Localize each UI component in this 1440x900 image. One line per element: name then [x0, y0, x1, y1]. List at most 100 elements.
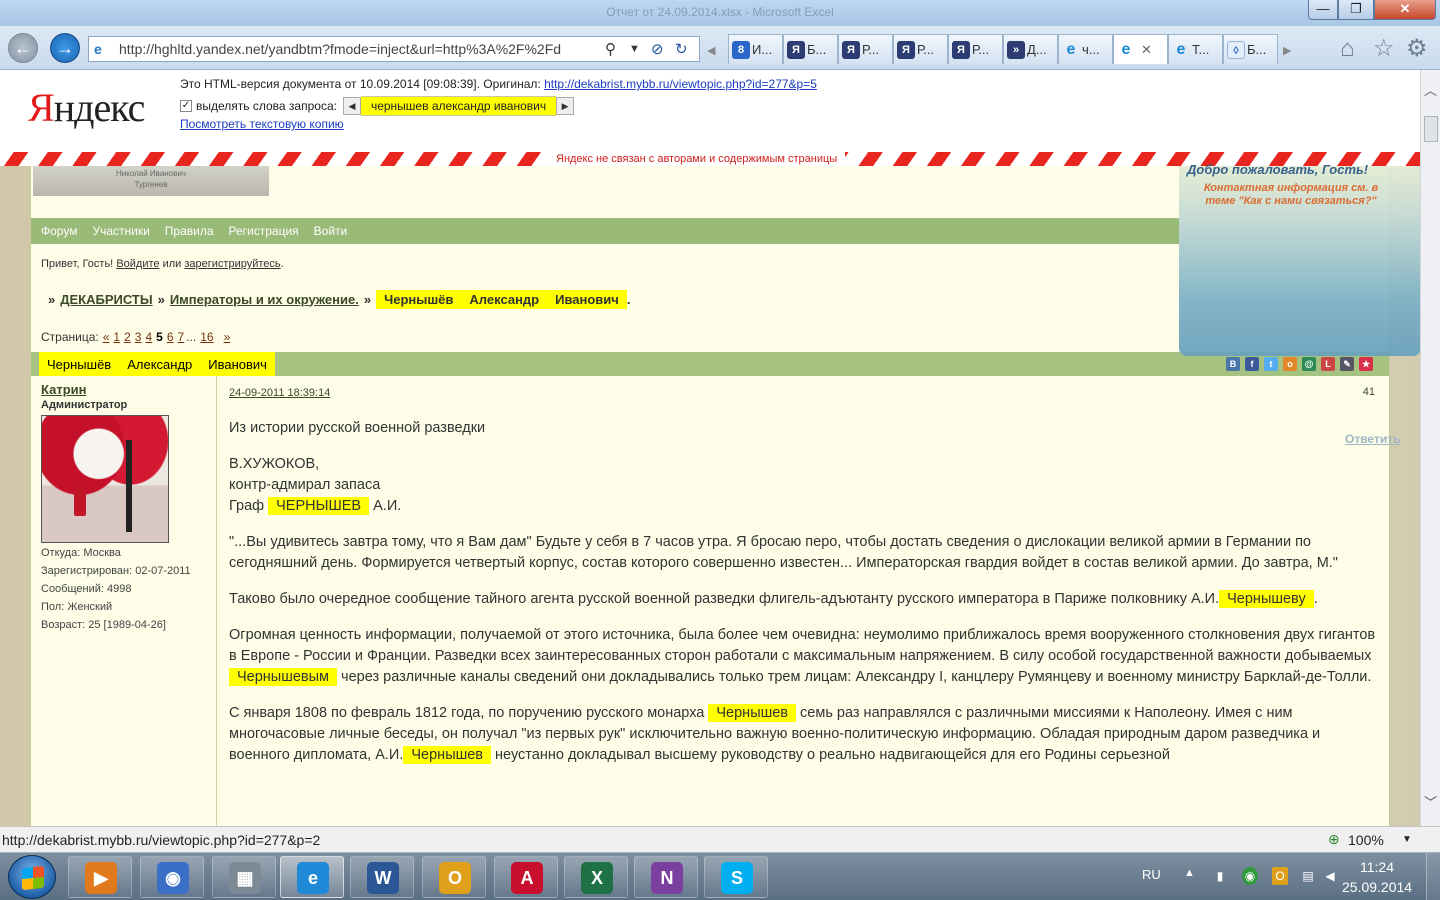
post-number[interactable]: 41 [1363, 382, 1375, 403]
chevron-down-icon[interactable]: ▼ [1402, 834, 1412, 845]
antivirus-icon[interactable]: ◉ [1242, 867, 1258, 885]
start-button[interactable] [8, 855, 56, 899]
clock-date[interactable]: 25.09.2014 [1342, 879, 1412, 895]
close-window-button[interactable]: ✕ [1374, 0, 1436, 20]
acrobat-app[interactable]: A [494, 856, 558, 898]
vertical-scrollbar[interactable]: ︿ ﹀ [1420, 70, 1440, 826]
outlook-tray-icon[interactable]: O [1272, 867, 1288, 885]
volume-icon[interactable]: ◀ [1322, 867, 1338, 885]
page-next-link[interactable]: » [224, 330, 231, 344]
show-desktop-button[interactable] [1426, 853, 1440, 900]
minimize-button[interactable]: — [1308, 0, 1338, 20]
breadcrumb-section-link[interactable]: Императоры и их окружение. [170, 292, 359, 307]
prev-match-button[interactable]: ◀ [342, 97, 361, 115]
back-button[interactable]: ← [8, 33, 38, 63]
zoom-level[interactable]: 100% [1348, 832, 1384, 848]
language-indicator[interactable]: RU [1142, 867, 1161, 882]
clock-time[interactable]: 11:24 [1360, 859, 1394, 875]
compatibility-icon[interactable]: ⊘ [651, 40, 664, 58]
browser-tab[interactable]: 8 И... [728, 34, 783, 64]
menu-item[interactable]: Форум [41, 224, 77, 238]
page-prev-link[interactable]: « [103, 330, 110, 344]
onenote-app[interactable]: N [634, 856, 698, 898]
outlook-app[interactable]: O [422, 856, 486, 898]
browser-tab[interactable]: e ✕ [1113, 34, 1168, 64]
address-bar[interactable]: e ⚲ ▼ ⊘ ↻ [88, 36, 700, 62]
media-player-app[interactable]: ▶ [68, 856, 132, 898]
liveinternet-icon[interactable]: L [1321, 357, 1335, 371]
post-date-link[interactable]: 24-09-2011 18:39:14 [229, 387, 330, 399]
calculator-app[interactable]: ▦ [212, 856, 276, 898]
address-input[interactable] [119, 41, 589, 57]
gear-icon[interactable]: ⚙ [1406, 34, 1428, 63]
chevron-down-icon[interactable]: ▼ [629, 43, 640, 55]
excel-app[interactable]: X [564, 856, 628, 898]
media-center-app[interactable]: ◉ [140, 856, 204, 898]
menu-item[interactable]: Правила [165, 224, 214, 238]
odnoklassniki-icon[interactable]: o [1283, 357, 1297, 371]
tab-scroll-right-icon[interactable]: ▶ [1283, 44, 1291, 57]
forward-button[interactable]: → [50, 33, 80, 63]
star-icon[interactable]: ☆ [1373, 34, 1395, 63]
scrollbar-thumb[interactable] [1424, 116, 1438, 142]
browser-tab[interactable]: e Т... [1168, 34, 1223, 64]
breadcrumb-forum-link[interactable]: ДЕКАБРИСТЫ [60, 292, 152, 307]
author-gender: Пол: Женский [41, 601, 113, 613]
removable-device-icon[interactable]: ▤ [1300, 867, 1316, 885]
welcome-title: Добро пожаловать, Гость! [1187, 162, 1369, 177]
browser-tab[interactable]: Я Р... [893, 34, 948, 64]
login-link[interactable]: Войдите [116, 258, 159, 270]
vk-icon[interactable]: В [1226, 357, 1240, 371]
skype-app[interactable]: S [704, 856, 768, 898]
tray-expand-icon[interactable]: ▲ [1184, 867, 1195, 879]
word-app[interactable]: W [350, 856, 414, 898]
tab-scroll-left-icon[interactable]: ◀ [707, 44, 715, 57]
chevron-up-icon[interactable]: ︿ [1424, 80, 1437, 99]
home-icon[interactable]: ⌂ [1340, 35, 1355, 63]
menu-item[interactable]: Войти [314, 224, 348, 238]
browser-tab[interactable]: Я Р... [838, 34, 893, 64]
browser-tab[interactable]: Я Р... [948, 34, 1003, 64]
status-url: http://dekabrist.mybb.ru/viewtopic.php?i… [2, 832, 321, 848]
page-link[interactable]: 7 [178, 330, 185, 344]
page-link[interactable]: 1 [113, 330, 120, 344]
page-link[interactable]: 2 [124, 330, 131, 344]
author-name-link[interactable]: Катрин [41, 382, 206, 397]
reply-link[interactable]: Ответить [1345, 432, 1400, 446]
register-link[interactable]: зарегистрируйтесь [184, 258, 280, 270]
author-registered: Зарегистрирован: 02-07-2011 [41, 565, 191, 577]
refresh-icon[interactable]: ↻ [675, 40, 688, 58]
page-link[interactable]: 6 [167, 330, 174, 344]
highlight-checkbox[interactable]: ✓ [180, 100, 192, 112]
facebook-icon[interactable]: f [1245, 357, 1259, 371]
tab-favicon-icon: Я [952, 40, 970, 59]
network-icon[interactable]: ▮ [1212, 867, 1228, 885]
chevron-down-icon[interactable]: ﹀ [1424, 792, 1437, 811]
browser-tab[interactable]: » Д... [1003, 34, 1058, 64]
twitter-icon[interactable]: t [1264, 357, 1278, 371]
browser-tab[interactable]: ◊ Б... [1223, 34, 1278, 64]
browser-tab[interactable]: e ч... [1058, 34, 1113, 64]
search-icon[interactable]: ⚲ [605, 40, 616, 58]
bookmark-icon[interactable]: ✎ [1340, 357, 1354, 371]
star-icon[interactable]: ★ [1359, 357, 1373, 371]
page-link[interactable]: 4 [145, 330, 152, 344]
forum-logo[interactable]: Николай Иванович Тургенев [33, 166, 269, 196]
internet-explorer-app[interactable]: e [280, 856, 344, 898]
moimir-icon[interactable]: @ [1302, 357, 1316, 371]
menu-item[interactable]: Регистрация [229, 224, 299, 238]
zoom-icon[interactable]: ⊕ [1328, 831, 1340, 848]
close-tab-icon[interactable]: ✕ [1141, 42, 1152, 58]
tab-favicon-icon: e [1121, 40, 1131, 58]
maximize-button[interactable]: ❐ [1338, 0, 1374, 20]
browser-tab[interactable]: Я Б... [783, 34, 838, 64]
page-link[interactable]: 3 [135, 330, 142, 344]
original-link[interactable]: http://dekabrist.mybb.ru/viewtopic.php?i… [544, 77, 817, 91]
menu-item[interactable]: Участники [92, 224, 149, 238]
page-link[interactable]: 16 [200, 330, 213, 344]
breadcrumb: » ДЕКАБРИСТЫ » Императоры и их окружение… [48, 289, 631, 309]
yandex-logo[interactable]: Яндекс [28, 84, 145, 131]
status-bar: http://dekabrist.mybb.ru/viewtopic.php?i… [0, 826, 1440, 852]
text-copy-link[interactable]: Посмотреть текстовую копию [180, 117, 344, 131]
next-match-button[interactable]: ▶ [556, 97, 575, 115]
